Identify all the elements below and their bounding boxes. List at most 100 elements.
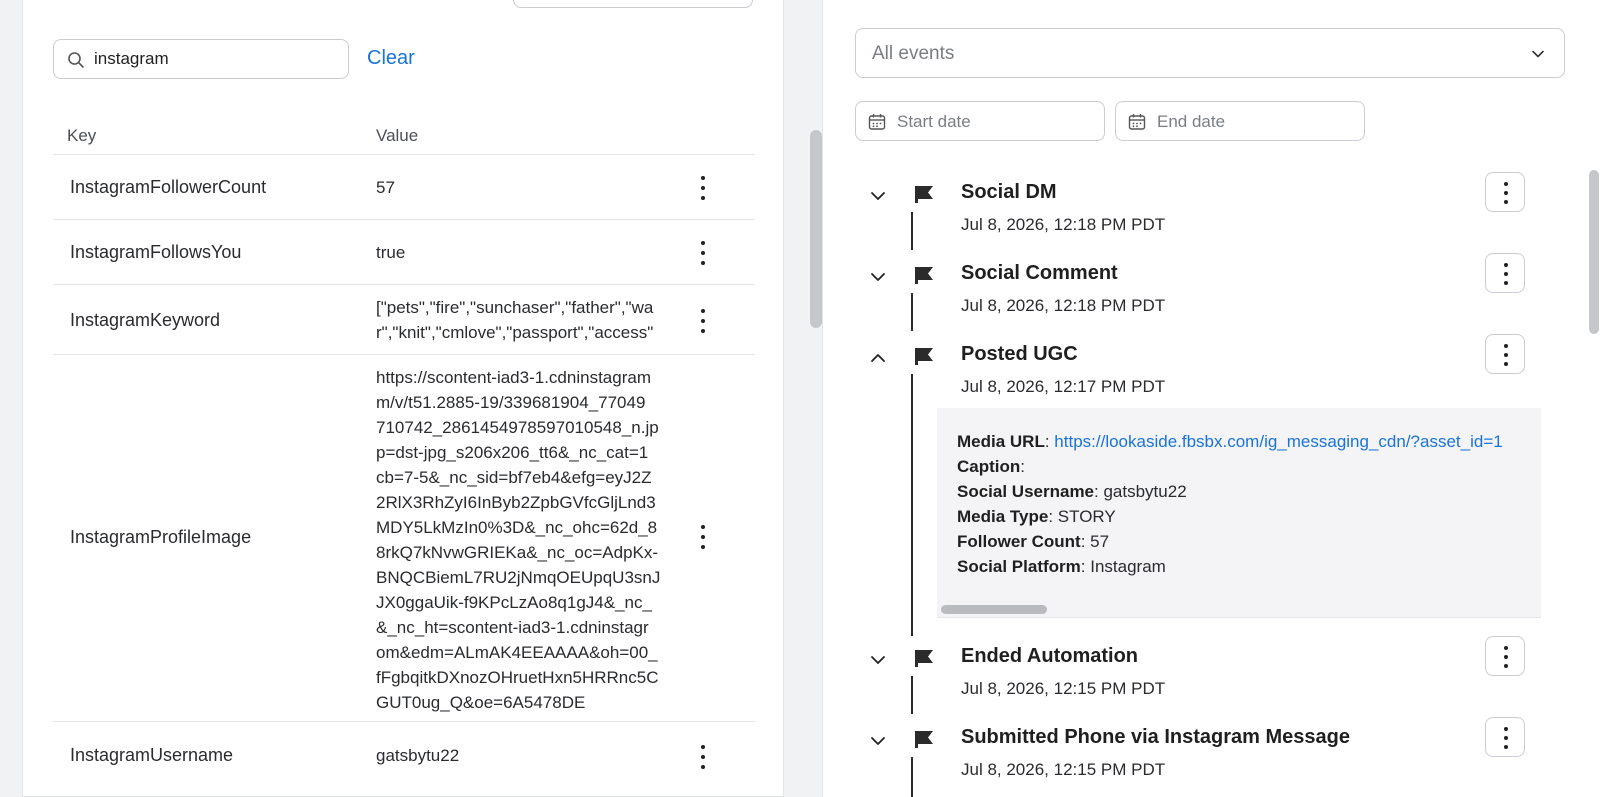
value-line: 2RlX3RhZyI6InByb2ZpbGVfcGljLnd3 [376,493,656,512]
flag-icon [915,186,933,203]
event-title: Social Comment [961,262,1118,284]
event-detail-box: Media URL: https://lookaside.fbsbx.com/i… [937,408,1541,618]
detail-label: Caption [957,457,1021,476]
end-date-placeholder: End date [1157,112,1226,131]
value-line: 8rkQ7kNvwGRIEKa&_nc_oc=AdpKx- [376,543,659,562]
detail-label: Follower Count [957,532,1081,551]
detail-value: STORY [1057,507,1116,526]
value-line: JX0ggaUik-f9KPcLzAo8q1gJ4&_nc_ [376,593,652,612]
event-menu-button[interactable] [1485,172,1525,212]
event-menu-button[interactable] [1485,636,1525,676]
event-time: Jul 8, 2026, 12:17 PM PDT [961,377,1166,396]
detail-value: Instagram [1090,557,1166,576]
chevron-down-icon[interactable] [869,651,887,669]
row-value: ["pets","fire","sunchaser","father","wa … [376,295,676,345]
row-menu-button[interactable] [693,306,713,336]
left-scrollbar[interactable] [810,130,822,328]
event-title: Social DM [961,181,1057,203]
value-line: BNQCBiemL7RU2jNmqOEUpqU3snJ [376,568,661,587]
chevron-down-icon [1532,50,1544,58]
value-line: GUT0ug_Q&oe=6A5478DE [376,693,586,712]
events-filter-select[interactable]: All events [855,28,1565,78]
value-column-header: Value [376,126,419,145]
row-value: 57 [376,175,676,200]
detail-value: 57 [1090,532,1110,551]
value-line: true [376,243,406,262]
calendar-icon [868,114,886,130]
event-time: Jul 8, 2026, 12:18 PM PDT [961,215,1166,234]
search-icon [68,52,84,68]
detail-media-type: Media Type: STORY [957,507,1116,526]
row-key: InstagramProfileImage [70,527,252,547]
row-menu-button[interactable] [693,522,713,552]
event-menu-button[interactable] [1485,253,1525,293]
media-url-link[interactable]: https://lookaside.fbsbx.com/ig_messaging… [1054,432,1502,451]
table-row: InstagramFollowerCount 57 [53,155,755,220]
flag-icon [915,267,933,284]
start-date-placeholder: Start date [897,112,971,131]
detail-label: Media URL [957,432,1045,451]
properties-table: Key Value InstagramFollowerCount 57 Inst… [53,100,755,792]
detail-username: Social Username: gatsbytu22 [957,482,1187,501]
event-time: Jul 8, 2026, 12:15 PM PDT [961,760,1166,779]
table-row: InstagramUsername gatsbytu22 [53,722,755,792]
value-line: 710742_2861454978597010548_n.jp [376,418,659,437]
chevron-down-icon[interactable] [869,732,887,750]
timeline-connector [911,374,913,636]
activity-panel: All events Start date End date Social DM… [822,0,1600,797]
clear-button[interactable]: Clear [367,47,415,70]
table-row: InstagramProfileImage https://scontent-i… [53,355,755,722]
timeline-connector [911,757,913,797]
row-key: InstagramUsername [70,745,234,765]
chevron-down-icon[interactable] [869,268,887,286]
value-line: cb=7-5&_nc_sid=bf7eb4&efg=eyJ2Z [376,468,652,487]
start-date-input[interactable]: Start date [855,101,1105,141]
calendar-icon [1128,114,1146,130]
timeline-connector [911,293,913,331]
row-menu-button[interactable] [693,742,713,772]
row-menu-button[interactable] [693,173,713,203]
detail-label: Social Username [957,482,1095,501]
table-header: Key Value [53,100,755,155]
value-line: m/v/t51.2885-19/339681904_77049 [376,393,646,412]
key-column-header: Key [67,126,97,145]
row-key: InstagramFollowerCount [70,177,267,197]
row-menu-button[interactable] [693,238,713,268]
event-title: Submitted Phone via Instagram Message [961,726,1350,748]
chevron-down-icon[interactable] [869,187,887,205]
timeline-connector [911,212,913,250]
search-box[interactable] [53,39,349,79]
timeline-connector [911,676,913,714]
flag-icon [915,650,933,667]
detail-label: Media Type [957,507,1049,526]
event-menu-button[interactable] [1485,717,1525,757]
detail-media-url: Media URL: https://lookaside.fbsbx.com/i… [957,432,1503,451]
value-line: 57 [376,178,395,197]
event-title: Posted UGC [961,343,1078,365]
chevron-up-icon[interactable] [869,349,887,367]
end-date-input[interactable]: End date [1115,101,1365,141]
event-title: Ended Automation [961,645,1139,667]
table-row: InstagramFollowsYou true [53,220,755,285]
event-menu-button[interactable] [1485,334,1525,374]
flag-icon [915,731,933,748]
value-line: &_nc_ht=scontent-iad3-1.cdninstagr [376,618,649,637]
event-time: Jul 8, 2026, 12:18 PM PDT [961,296,1166,315]
value-line: r","knit","cmlove","passport","access" [376,323,654,342]
row-key: InstagramFollowsYou [70,242,242,262]
top-control[interactable] [513,0,753,8]
event-time: Jul 8, 2026, 12:15 PM PDT [961,679,1166,698]
value-line: p=dst-jpg_s206x206_tt6&_nc_cat=1 [376,443,649,462]
page: Clear Key Value InstagramFollowerCount 5… [0,0,1600,797]
right-scrollbar[interactable] [1589,170,1599,334]
value-line: om&edm=ALmAK4EEAAAA&oh=00_ [376,643,658,662]
row-value: https://scontent-iad3-1.cdninstagram m/v… [376,365,676,715]
detail-follower-count: Follower Count: 57 [957,532,1110,551]
table-row: InstagramKeyword ["pets","fire","sunchas… [53,285,755,355]
search-input[interactable] [94,49,334,69]
value-line: ["pets","fire","sunchaser","father","wa [376,298,654,317]
detail-value: gatsbytu22 [1103,482,1187,501]
row-value: gatsbytu22 [376,743,676,768]
detail-horizontal-scrollbar[interactable] [941,605,1047,614]
events-filter-value: All events [872,43,955,64]
